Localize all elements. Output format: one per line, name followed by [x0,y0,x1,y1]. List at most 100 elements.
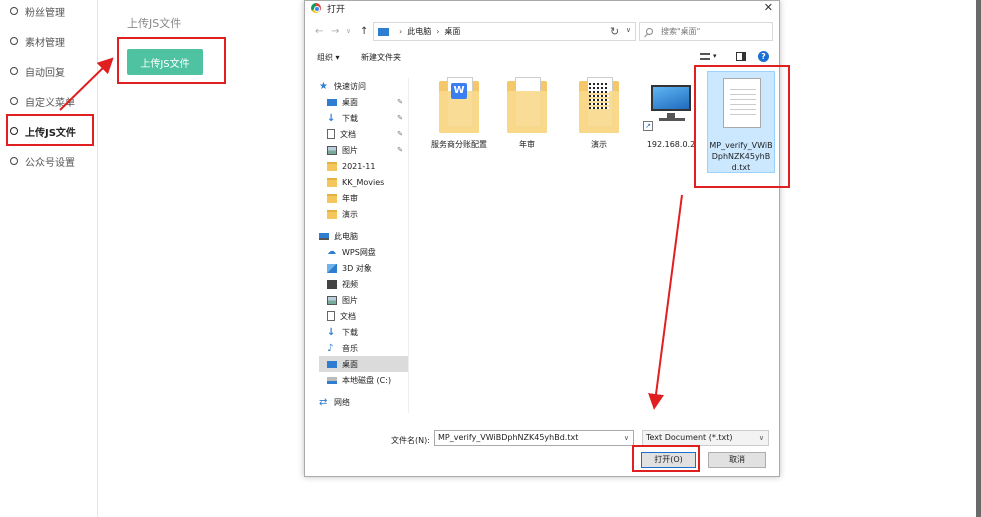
preview-pane-icon[interactable] [736,52,746,61]
back-arrow-icon[interactable]: ← [315,26,323,37]
nav-label: WPS网盘 [342,247,376,257]
picture-icon [327,145,337,155]
view-options-icon[interactable] [700,53,710,60]
navigation-pane[interactable]: ★ 快速访问 桌面 ✎ ↓ 下载 ✎ 文档 ✎ 图片 ✎ 2021-11 KK_Movies… [319,78,409,413]
nav-pc-pictures[interactable]: 图片 [319,292,408,308]
nav-label: 图片 [342,295,358,305]
breadcrumb-pc[interactable]: 此电脑 [407,26,431,37]
download-icon: ↓ [327,326,336,338]
file-name: 演示 [591,140,607,149]
file-type-value: Text Document (*.txt) [646,433,733,442]
file-item-folder-yanshi[interactable]: 演示 [563,71,635,171]
nav-label: 网络 [334,397,350,407]
folder-icon [327,177,337,187]
sidebar-item-account-settings[interactable]: 公众号设置 [10,151,75,171]
network-icon: ⇄ [319,396,328,408]
file-item-folder-nianshen[interactable]: 年审 [491,71,563,171]
nav-this-pc[interactable]: 此电脑 [319,228,408,244]
address-bar[interactable]: › 此电脑 › 桌面 ∨ [373,22,636,41]
nav-label: KK_Movies [342,177,385,187]
search-icon [646,28,653,35]
chevron-down-icon[interactable]: ∨ [626,26,631,34]
refresh-icon[interactable]: ↻ [610,25,619,38]
nav-videos[interactable]: 视频 [319,276,408,292]
organize-button[interactable]: 组织 ▾ [317,52,340,63]
nav-wps[interactable]: ☁ WPS网盘 [319,244,408,260]
sidebar-menu: 粉丝管理 素材管理 自动回复 自定义菜单 上传JS文件 公众号设置 [0,0,98,517]
folder-icon [507,77,547,133]
nav-3d-objects[interactable]: 3D 对象 [319,260,408,276]
recent-dropdown-icon[interactable]: ∨ [346,27,351,35]
nav-folder-2021[interactable]: 2021-11 [319,158,408,174]
nav-folder-yanshi[interactable]: 演示 [319,206,408,222]
sidebar-item-materials[interactable]: 素材管理 [10,31,65,51]
view-dropdown-icon[interactable]: ▾ [713,52,717,60]
file-name: 服务商分账配置 [431,140,487,149]
pin-icon: ✎ [397,114,403,122]
chevron-down-icon[interactable]: ∨ [624,434,629,442]
search-placeholder: 搜索"桌面" [661,27,701,36]
radio-icon [10,157,18,165]
nav-pc-documents[interactable]: 文档 [319,308,408,324]
sidebar-item-fans[interactable]: 粉丝管理 [10,1,65,21]
dialog-title: 打开 [327,4,346,15]
nav-quick-access[interactable]: ★ 快速访问 [319,78,408,94]
highlight-box-sidebar [6,114,94,146]
nav-label: 桌面 [342,97,358,107]
nav-pictures[interactable]: 图片 ✎ [319,142,408,158]
radio-icon [10,97,18,105]
page-scrollbar[interactable] [976,0,981,517]
nav-label: 桌面 [342,359,358,369]
filename-label: 文件名(N): [391,436,430,445]
search-input[interactable]: 搜索"桌面" [639,22,773,41]
address-sep-icon: › [436,27,440,36]
new-folder-button[interactable]: 新建文件夹 [361,52,401,63]
nav-documents[interactable]: 文档 ✎ [319,126,408,142]
cube-icon [327,263,337,273]
folder-icon [327,209,337,219]
cancel-button[interactable]: 取消 [708,452,766,468]
breadcrumb-desktop[interactable]: 桌面 [444,26,460,37]
nav-desktop[interactable]: 桌面 ✎ [319,94,408,110]
computer-icon [319,232,329,240]
file-item-folder-config[interactable]: W 服务商分账配置 [423,71,495,171]
computer-shortcut-icon: ↗ [643,77,691,133]
nav-label: 3D 对象 [342,263,372,273]
address-sep-icon: › [399,27,403,36]
file-type-select[interactable]: Text Document (*.txt) ∨ [642,430,769,446]
nav-pc-downloads[interactable]: ↓ 下载 [319,324,408,340]
nav-network[interactable]: ⇄ 网络 [319,394,408,410]
folder-icon [579,77,619,133]
video-icon [327,279,337,289]
nav-folder-kk[interactable]: KK_Movies [319,174,408,190]
address-row: ← → ∨ ↑ › 此电脑 › 桌面 ∨ ↻ 搜索"桌面" [305,22,779,42]
nav-label: 音乐 [342,343,358,353]
pc-icon [378,27,389,36]
help-icon[interactable]: ? [758,51,769,62]
radio-icon [10,37,18,45]
pin-icon: ✎ [397,98,403,106]
nav-label: 本地磁盘 (C:) [342,375,392,385]
sidebar-item-auto-reply[interactable]: 自动回复 [10,61,65,81]
dialog-titlebar: 打开 ✕ [305,1,779,15]
nav-folder-nianshen[interactable]: 年审 [319,190,408,206]
nav-label: 文档 [340,129,356,139]
nav-label: 演示 [342,209,358,219]
highlight-box-open [632,445,700,472]
document-icon [327,129,335,139]
nav-pc-desktop[interactable]: 桌面 [319,356,408,372]
filename-input[interactable]: MP_verify_VWiBDphNZK45yhBd.txt ∨ [434,430,634,446]
star-icon: ★ [319,80,328,92]
nav-label: 下载 [342,327,358,337]
nav-downloads[interactable]: ↓ 下载 ✎ [319,110,408,126]
nav-local-disk[interactable]: 本地磁盘 (C:) [319,372,408,388]
nav-music[interactable]: ♪ 音乐 [319,340,408,356]
sidebar-item-custom-menu[interactable]: 自定义菜单 [10,91,75,111]
up-arrow-icon[interactable]: ↑ [360,26,368,37]
chevron-down-icon[interactable]: ∨ [759,434,764,442]
forward-arrow-icon[interactable]: → [331,26,339,37]
nav-label: 快速访问 [334,81,366,91]
chrome-icon [311,3,321,13]
nav-label: 文档 [340,311,356,321]
close-icon[interactable]: ✕ [764,1,773,14]
